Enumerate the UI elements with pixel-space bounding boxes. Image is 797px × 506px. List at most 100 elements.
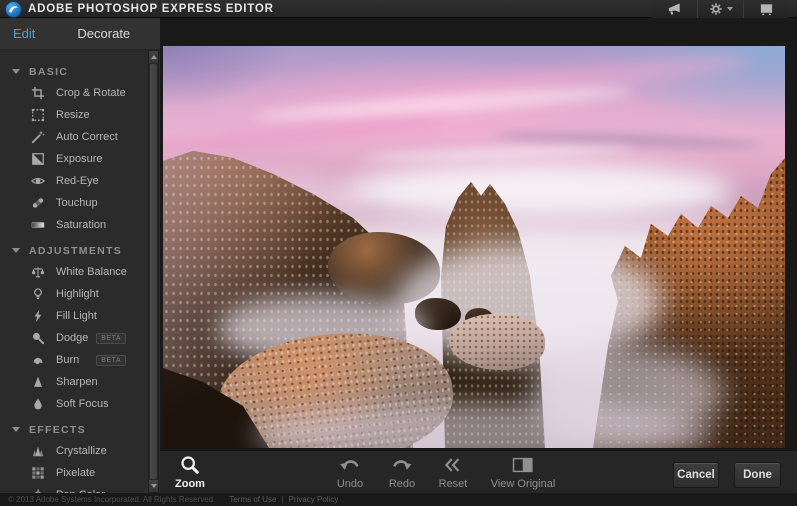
tab-edit[interactable]: Edit bbox=[13, 26, 35, 41]
water-mist bbox=[533, 346, 723, 441]
sidebar-item-highlight[interactable]: Highlight bbox=[0, 283, 148, 305]
rock-center-crag bbox=[433, 46, 553, 448]
water-mist bbox=[253, 402, 713, 448]
sidebar-item-burn[interactable]: BurnBETA bbox=[0, 349, 148, 371]
display-icon bbox=[759, 2, 774, 17]
rock-ridge bbox=[328, 232, 440, 304]
pale-boulder bbox=[449, 314, 545, 370]
sidebar-item-crop-rotate[interactable]: Crop & Rotate bbox=[0, 82, 148, 104]
sidebar-item-pixelate[interactable]: Pixelate bbox=[0, 462, 148, 484]
soft-focus-icon bbox=[30, 396, 46, 412]
sidebar-item-soft-focus[interactable]: Soft Focus bbox=[0, 393, 148, 415]
sidebar-scrollbar[interactable] bbox=[148, 50, 159, 493]
tool-zoom[interactable]: Zoom bbox=[175, 454, 205, 490]
beta-badge: BETA bbox=[96, 355, 126, 366]
resize-icon bbox=[30, 107, 46, 123]
redo-icon bbox=[389, 454, 415, 476]
water-mist bbox=[393, 242, 663, 362]
header-actions bbox=[651, 0, 789, 18]
caret-down-icon bbox=[727, 7, 733, 11]
cloud-streak bbox=[363, 143, 633, 162]
sharpen-icon bbox=[30, 374, 46, 390]
sidebar-sections: BASICCrop & RotateResizeAuto CorrectExpo… bbox=[0, 50, 148, 493]
water-mist bbox=[218, 294, 428, 364]
sidebar-item-fill-light[interactable]: Fill Light bbox=[0, 305, 148, 327]
horizon-mist bbox=[163, 174, 368, 226]
app-title: ADOBE PHOTOSHOP EXPRESS EDITOR bbox=[28, 3, 274, 15]
tool-view-original[interactable]: View Original bbox=[491, 454, 556, 490]
arrow-down-icon bbox=[151, 484, 157, 488]
rock-right-mass bbox=[588, 46, 785, 448]
left-boulder bbox=[212, 322, 459, 448]
sidebar: Edit Decorate BASICCrop & RotateResizeAu… bbox=[0, 18, 160, 493]
copyright-text: © 2013 Adobe Systems Incorporated. All R… bbox=[8, 495, 215, 504]
arrow-up-icon bbox=[151, 55, 157, 59]
cloud-streak bbox=[163, 113, 448, 157]
sidebar-item-resize[interactable]: Resize bbox=[0, 104, 148, 126]
crystallize-icon bbox=[30, 443, 46, 459]
cloud-streak bbox=[493, 129, 763, 150]
bottom-toolbar: Zoom Undo Redo Reset View Original Cancel Do… bbox=[160, 450, 797, 493]
tool-undo[interactable]: Undo bbox=[337, 454, 363, 490]
section-header-adjustments[interactable]: ADJUSTMENTS bbox=[0, 240, 148, 261]
sidebar-item-dodge[interactable]: DodgeBETA bbox=[0, 327, 148, 349]
cloud-streak bbox=[413, 50, 753, 105]
footer: © 2013 Adobe Systems Incorporated. All R… bbox=[0, 493, 797, 506]
photoshop-express-logo-icon bbox=[5, 1, 22, 18]
undo-icon bbox=[337, 454, 363, 476]
display-button[interactable] bbox=[743, 0, 789, 18]
title-bar: ADOBE PHOTOSHOP EXPRESS EDITOR bbox=[0, 0, 797, 18]
photo-canvas[interactable] bbox=[163, 46, 785, 448]
scrollbar-thumb[interactable] bbox=[150, 64, 157, 479]
reset-icon bbox=[439, 454, 468, 476]
cloud-streak bbox=[253, 83, 633, 125]
exposure-icon bbox=[30, 151, 46, 167]
footer-links: Terms of Use | Privacy Policy bbox=[229, 495, 338, 504]
collapse-arrow-icon bbox=[12, 248, 20, 253]
highlight-icon bbox=[30, 286, 46, 302]
tool-reset[interactable]: Reset bbox=[439, 454, 468, 490]
small-rock bbox=[465, 308, 493, 328]
sidebar-item-exposure[interactable]: Exposure bbox=[0, 148, 148, 170]
megaphone-icon bbox=[667, 2, 682, 17]
small-rock bbox=[415, 298, 461, 330]
gear-icon bbox=[709, 2, 723, 16]
announcements-button[interactable] bbox=[651, 0, 697, 18]
collapse-arrow-icon bbox=[12, 427, 20, 432]
auto-correct-icon bbox=[30, 129, 46, 145]
white-balance-icon bbox=[30, 264, 46, 280]
rock-left-mass bbox=[163, 46, 423, 448]
scroll-down-button[interactable] bbox=[149, 480, 158, 492]
sidebar-item-crystallize[interactable]: Crystallize bbox=[0, 440, 148, 462]
main-area: Zoom Undo Redo Reset View Original Cancel Do… bbox=[160, 18, 797, 493]
cancel-button[interactable]: Cancel bbox=[673, 462, 719, 488]
done-button[interactable]: Done bbox=[734, 462, 781, 488]
crop-icon bbox=[30, 85, 46, 101]
pixelate-icon bbox=[30, 465, 46, 481]
app-root: ADOBE PHOTOSHOP EXPRESS EDITOR Edit Deco… bbox=[0, 0, 797, 506]
collapse-arrow-icon bbox=[12, 69, 20, 74]
tab-decorate[interactable]: Decorate bbox=[77, 26, 130, 41]
burn-icon bbox=[30, 352, 46, 368]
sidebar-item-red-eye[interactable]: Red-Eye bbox=[0, 170, 148, 192]
section-header-effects[interactable]: EFFECTS bbox=[0, 419, 148, 440]
terms-of-use-link[interactable]: Terms of Use bbox=[229, 495, 276, 504]
saturation-icon bbox=[30, 217, 46, 233]
rock-bottom-left bbox=[163, 46, 283, 448]
zoom-icon bbox=[175, 454, 205, 476]
privacy-policy-link[interactable]: Privacy Policy bbox=[289, 495, 339, 504]
sidebar-item-auto-correct[interactable]: Auto Correct bbox=[0, 126, 148, 148]
sidebar-item-white-balance[interactable]: White Balance bbox=[0, 261, 148, 283]
view-original-icon bbox=[491, 454, 556, 476]
horizon-mist bbox=[343, 162, 733, 220]
sidebar-item-touchup[interactable]: Touchup bbox=[0, 192, 148, 214]
settings-button[interactable] bbox=[697, 0, 743, 18]
sidebar-item-pop-color[interactable]: Pop Color bbox=[0, 484, 148, 493]
touchup-icon bbox=[30, 195, 46, 211]
sidebar-item-saturation[interactable]: Saturation bbox=[0, 214, 148, 236]
dodge-icon bbox=[30, 330, 46, 346]
sidebar-item-sharpen[interactable]: Sharpen bbox=[0, 371, 148, 393]
tool-redo[interactable]: Redo bbox=[389, 454, 415, 490]
section-header-basic[interactable]: BASIC bbox=[0, 61, 148, 82]
scroll-up-button[interactable] bbox=[149, 51, 158, 63]
